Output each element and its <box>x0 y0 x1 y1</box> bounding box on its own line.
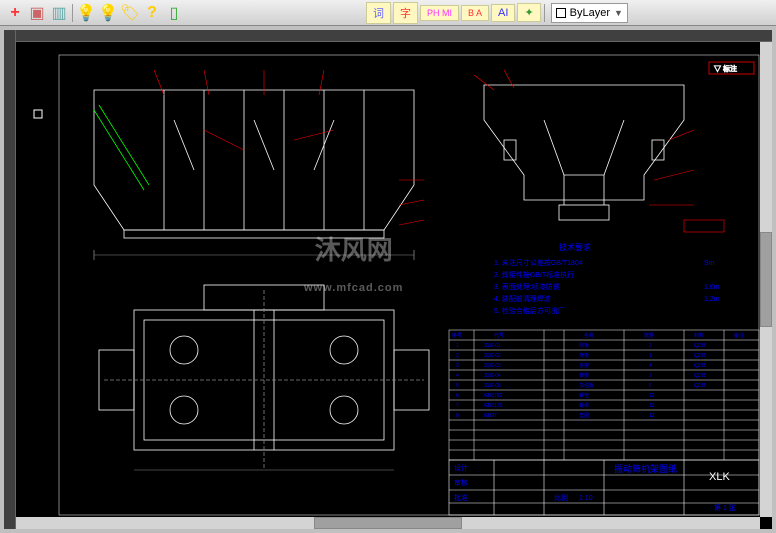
scroll-thumb-v[interactable] <box>760 232 772 327</box>
main-toolbar: + ▣ ▥ 💡 💡 🏷 ? ▯ 词 字 PH MI B A AI ✦ ByLay… <box>0 0 776 26</box>
svg-text:12: 12 <box>649 393 655 399</box>
layer-name: ByLayer <box>570 7 610 19</box>
svg-text:4: 4 <box>456 373 459 379</box>
svg-text:材料: 材料 <box>694 332 704 339</box>
svg-text:XLK-05: XLK-05 <box>484 383 501 389</box>
svg-text:XLK-02: XLK-02 <box>484 353 501 359</box>
svg-text:GB6170: GB6170 <box>484 403 503 409</box>
chevron-down-icon: ▼ <box>614 8 623 18</box>
svg-text:5: 5 <box>456 383 459 389</box>
scroll-thumb-h[interactable] <box>314 517 463 529</box>
svg-text:XLK-04: XLK-04 <box>484 373 501 379</box>
svg-text:1:10: 1:10 <box>579 495 593 502</box>
plus-icon[interactable]: + <box>4 2 26 24</box>
svg-text:3. 表面处理:喷漆防锈: 3. 表面处理:喷漆防锈 <box>494 282 560 291</box>
bulb-icon[interactable]: 💡 <box>75 2 97 24</box>
cad-drawing: ▽ 标注 <box>4 30 772 529</box>
svg-text:螺母: 螺母 <box>579 402 589 409</box>
sheet-icon[interactable]: ▥ <box>48 2 70 24</box>
scrollbar-horizontal[interactable] <box>16 517 760 529</box>
svg-text:Q235: Q235 <box>694 363 706 369</box>
svg-text:1: 1 <box>456 343 459 349</box>
layer-color-swatch <box>556 8 566 18</box>
label-ci[interactable]: 词 <box>366 2 391 24</box>
scrollbar-vertical[interactable] <box>760 42 772 517</box>
svg-text:备注: 备注 <box>734 332 744 339</box>
note-icon[interactable]: ▯ <box>163 2 185 24</box>
tag-icon[interactable]: 🏷 <box>119 2 141 24</box>
svg-text:Sm: Sm <box>704 260 715 267</box>
svg-text:2: 2 <box>649 343 652 349</box>
svg-text:Q235: Q235 <box>694 373 706 379</box>
svg-text:Q235: Q235 <box>694 343 706 349</box>
drawing-title: 振动筛机架图纸 <box>614 463 677 474</box>
title-block <box>449 460 759 515</box>
label-ai[interactable]: AI <box>491 4 515 22</box>
svg-text:名称: 名称 <box>584 332 594 339</box>
svg-text:批准: 批准 <box>454 493 468 502</box>
svg-text:第 1 张: 第 1 张 <box>714 503 736 512</box>
svg-text:垫圈: 垫圈 <box>579 412 589 419</box>
svg-text:4: 4 <box>649 363 652 369</box>
cad-viewport[interactable]: ▽ 标注 <box>4 30 772 529</box>
svg-text:3: 3 <box>456 363 459 369</box>
svg-text:加强板: 加强板 <box>579 382 594 389</box>
svg-text:7: 7 <box>456 403 459 409</box>
svg-text:支架: 支架 <box>579 362 589 369</box>
svg-text:1.2m: 1.2m <box>704 296 720 303</box>
svg-text:侧板: 侧板 <box>579 342 589 349</box>
svg-text:Q235: Q235 <box>694 353 706 359</box>
drawing-container: ▽ 标注 <box>0 26 776 533</box>
svg-text:序号: 序号 <box>452 332 462 339</box>
bulb2-icon[interactable]: 💡 <box>97 2 119 24</box>
drawing-code: XLK <box>709 471 730 483</box>
svg-text:数量: 数量 <box>644 332 654 339</box>
label-star[interactable]: ✦ <box>517 3 540 22</box>
svg-text:1.0m: 1.0m <box>704 284 720 291</box>
svg-text:XLK-03: XLK-03 <box>484 363 501 369</box>
svg-text:审核: 审核 <box>454 478 468 487</box>
tech-requirements: 技术要求 1. 未注尺寸公差按GB/T1804 2. 焊接件按GB/T标准执行 … <box>494 242 720 315</box>
svg-text:XLK-01: XLK-01 <box>484 343 501 349</box>
question-icon[interactable]: ? <box>141 2 163 24</box>
svg-text:6: 6 <box>649 383 652 389</box>
svg-text:Q235: Q235 <box>694 383 706 389</box>
svg-text:12: 12 <box>649 413 655 419</box>
svg-text:5. 检验合格后方可出厂: 5. 检验合格后方可出厂 <box>494 306 565 315</box>
svg-text:横梁: 横梁 <box>579 372 589 379</box>
svg-text:筛板: 筛板 <box>579 352 589 359</box>
svg-text:比例: 比例 <box>554 493 568 502</box>
svg-text:螺栓: 螺栓 <box>579 392 589 399</box>
svg-text:设计: 设计 <box>454 463 468 472</box>
svg-text:6: 6 <box>456 393 459 399</box>
layer-dropdown[interactable]: ByLayer ▼ <box>551 3 628 23</box>
label-zi[interactable]: 字 <box>393 2 418 24</box>
svg-text:技术要求: 技术要求 <box>559 242 591 252</box>
svg-text:GB97: GB97 <box>484 413 497 419</box>
svg-text:2. 焊接件按GB/T标准执行: 2. 焊接件按GB/T标准执行 <box>494 270 574 279</box>
svg-text:2: 2 <box>649 373 652 379</box>
label-pm[interactable]: PH MI <box>420 5 459 21</box>
svg-text:2: 2 <box>456 353 459 359</box>
svg-text:4. 装配前清理焊渣: 4. 装配前清理焊渣 <box>494 294 551 303</box>
book-icon[interactable]: ▣ <box>26 2 48 24</box>
svg-text:12: 12 <box>649 403 655 409</box>
svg-text:GB5782: GB5782 <box>484 393 503 399</box>
svg-text:▽ 标注: ▽ 标注 <box>714 64 737 73</box>
svg-text:1: 1 <box>649 353 652 359</box>
label-ba[interactable]: B A <box>461 5 489 21</box>
svg-text:1. 未注尺寸公差按GB/T1804: 1. 未注尺寸公差按GB/T1804 <box>494 258 583 267</box>
svg-text:代号: 代号 <box>494 332 504 339</box>
svg-text:8: 8 <box>456 413 459 419</box>
